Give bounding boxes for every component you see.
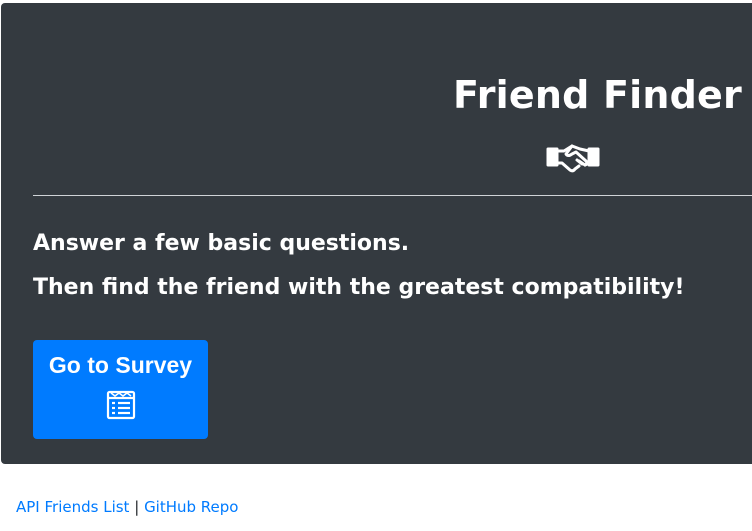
survey-list-icon [106, 390, 136, 420]
handshake-icon [546, 144, 600, 173]
github-repo-link[interactable]: GitHub Repo [144, 498, 238, 516]
intro-line-2: Then find the friend with the greatest c… [33, 275, 685, 300]
footer-links: API Friends List | GitHub Repo [16, 498, 239, 516]
hero-panel: Friend Finder Answer a few basic questio… [1, 3, 752, 464]
intro-line-1: Answer a few basic questions. [33, 231, 410, 256]
api-friends-list-link[interactable]: API Friends List [16, 498, 129, 516]
footer-separator: | [134, 498, 140, 516]
go-to-survey-button[interactable]: Go to Survey [33, 340, 208, 439]
page-title: Friend Finder [453, 73, 742, 117]
survey-button-label: Go to Survey [48, 352, 193, 378]
header-divider [33, 195, 752, 196]
